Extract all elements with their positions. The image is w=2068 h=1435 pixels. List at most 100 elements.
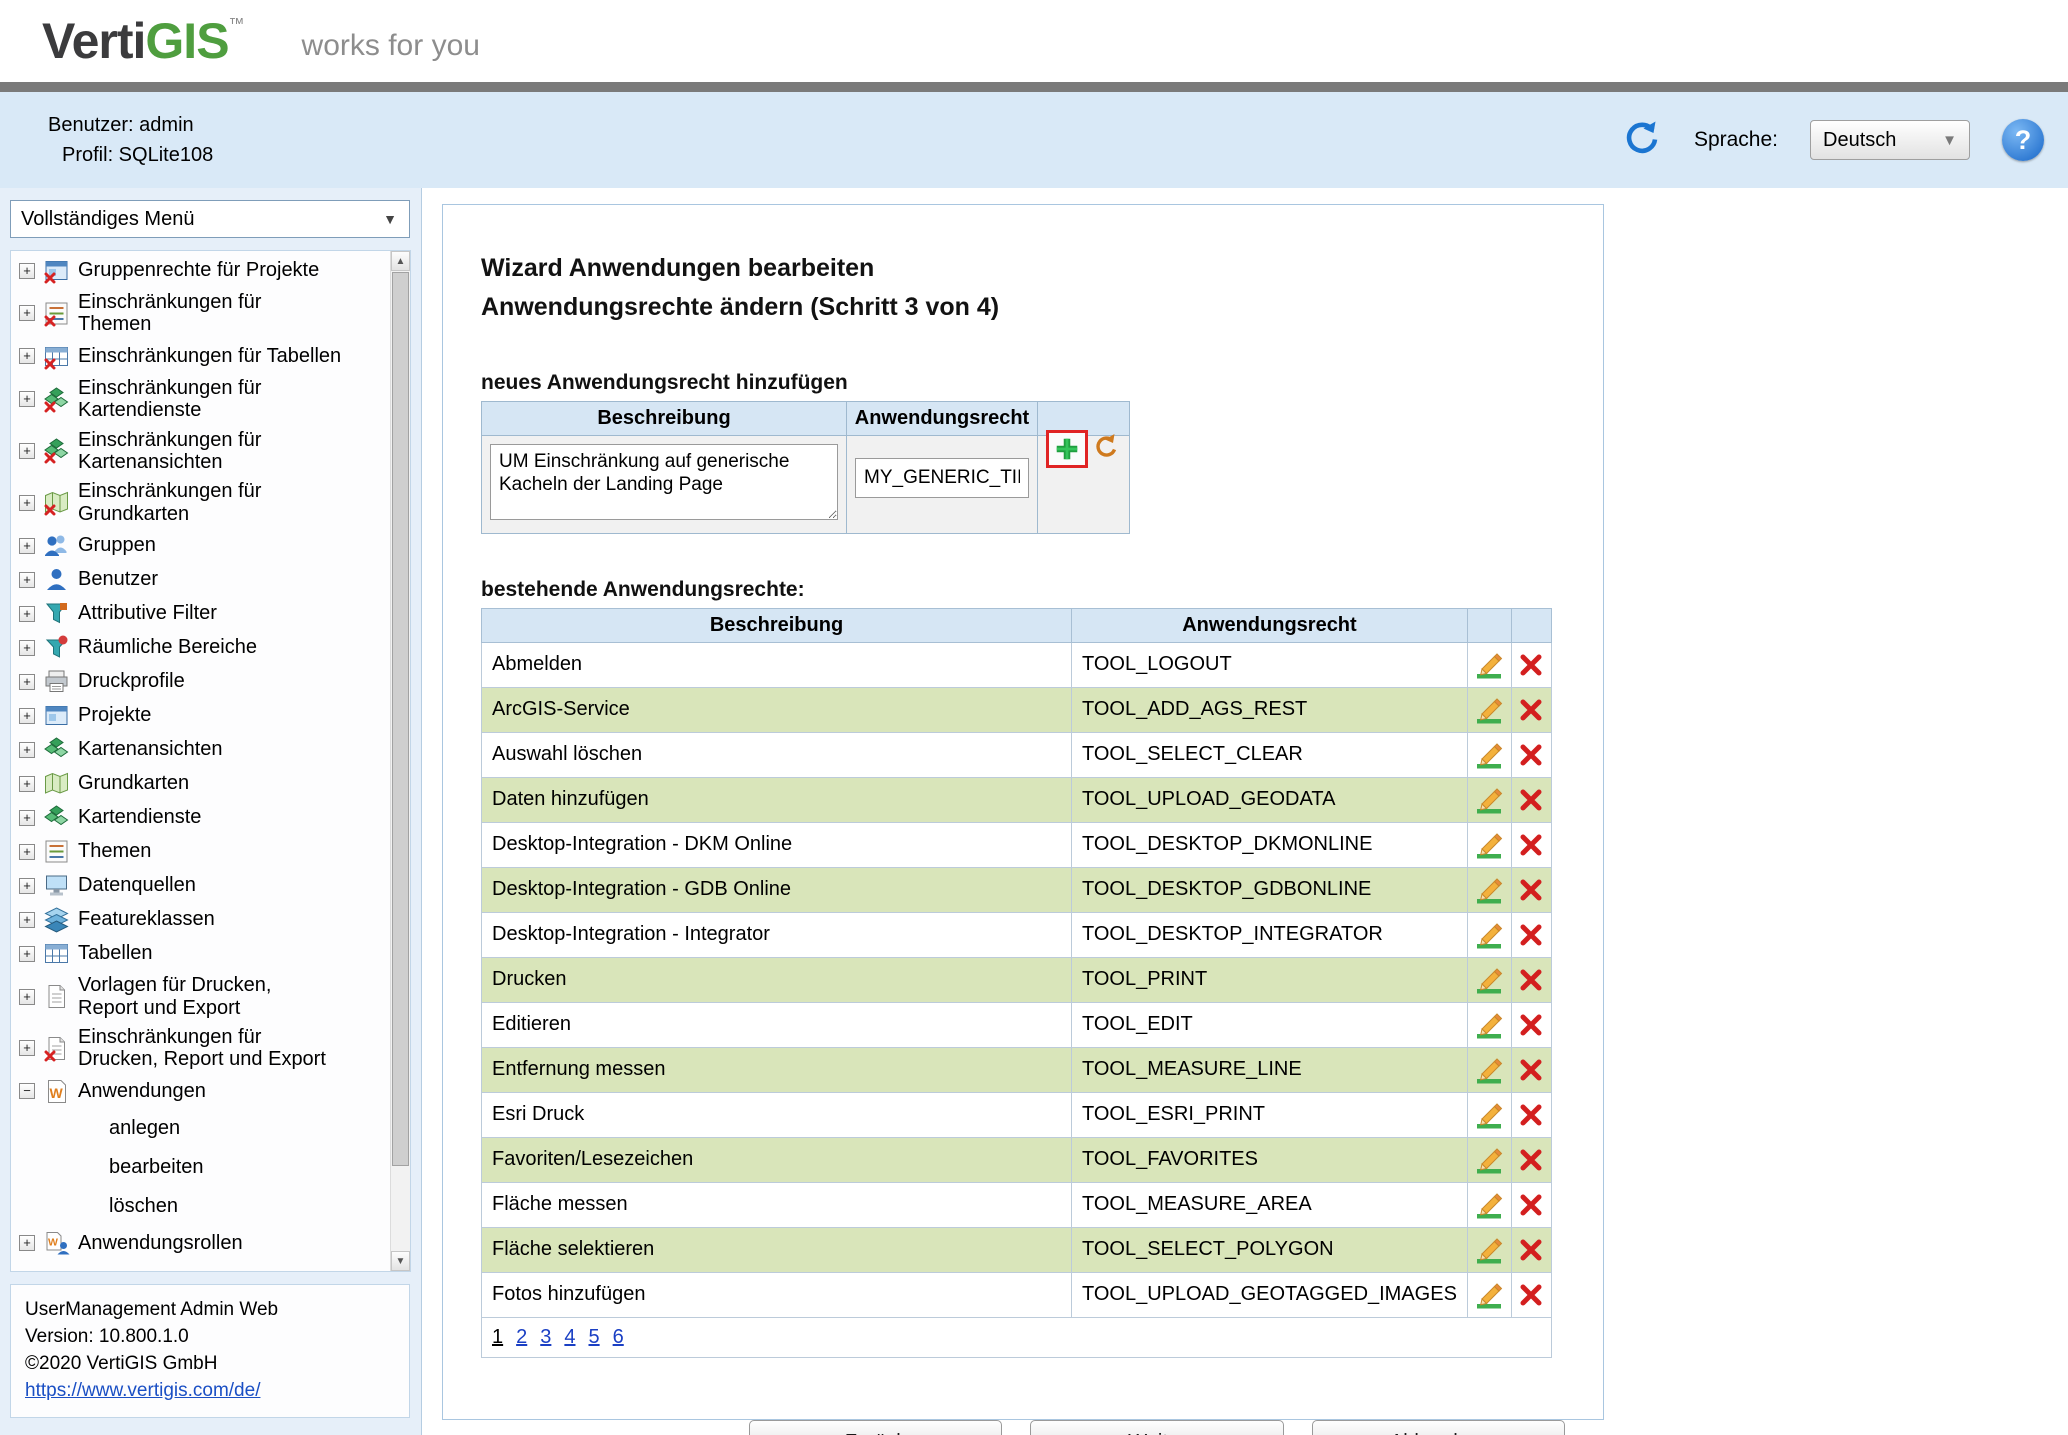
delete-right-button[interactable] bbox=[1511, 687, 1551, 732]
sidebar-tree-item[interactable]: + Gruppen bbox=[13, 529, 388, 562]
cancel-button[interactable]: Abbrechen bbox=[1312, 1420, 1565, 1435]
sidebar-tree-item[interactable]: + Grundkarten bbox=[13, 767, 388, 800]
sidebar-tree-item[interactable]: + Attributive Filter bbox=[13, 597, 388, 630]
expander-icon[interactable]: + bbox=[19, 742, 35, 758]
sidebar-tree-item[interactable]: + Kartendienste bbox=[13, 801, 388, 834]
edit-right-button[interactable] bbox=[1467, 1047, 1511, 1092]
sidebar-tree-item[interactable]: + Einschränkungen für Themen bbox=[13, 288, 388, 339]
page-link-6[interactable]: 6 bbox=[613, 1326, 624, 1348]
page-link-5[interactable]: 5 bbox=[589, 1326, 600, 1348]
back-button[interactable]: Zurück bbox=[749, 1420, 1002, 1435]
sidebar-tree-item[interactable]: + Projekte bbox=[13, 699, 388, 732]
delete-right-button[interactable] bbox=[1511, 1227, 1551, 1272]
sidebar-tree-item[interactable]: + Themen bbox=[13, 835, 388, 868]
tree-scrollbar[interactable]: ▲ ▼ bbox=[390, 251, 410, 1271]
delete-right-button[interactable] bbox=[1511, 867, 1551, 912]
delete-right-button[interactable] bbox=[1511, 1182, 1551, 1227]
expander-icon[interactable]: + bbox=[19, 946, 35, 962]
undo-button[interactable] bbox=[1091, 432, 1119, 465]
expander-icon[interactable]: + bbox=[19, 1040, 35, 1056]
edit-right-button[interactable] bbox=[1467, 1137, 1511, 1182]
edit-right-button[interactable] bbox=[1467, 687, 1511, 732]
page-link-1[interactable]: 1 bbox=[492, 1326, 503, 1348]
sidebar-tree-item[interactable]: + Einschränkungen für Kartenansichten bbox=[13, 426, 388, 477]
help-button[interactable]: ? bbox=[2002, 119, 2044, 161]
next-button[interactable]: Weiter bbox=[1030, 1420, 1283, 1435]
expander-icon[interactable]: + bbox=[19, 305, 35, 321]
sidebar-tree-subitem-bearbeiten[interactable]: bearbeiten bbox=[13, 1148, 388, 1187]
vertigis-link[interactable]: https://www.vertigis.com/de/ bbox=[25, 1380, 260, 1401]
delete-right-button[interactable] bbox=[1511, 912, 1551, 957]
refresh-button[interactable] bbox=[1622, 120, 1662, 160]
delete-right-button[interactable] bbox=[1511, 1092, 1551, 1137]
sidebar-tree-item[interactable]: + Vorlagen für Drucken, Report und Expor… bbox=[13, 971, 388, 1022]
sidebar-tree-item[interactable]: + Einschränkungen für Drucken, Report un… bbox=[13, 1023, 388, 1074]
delete-right-button[interactable] bbox=[1511, 957, 1551, 1002]
delete-right-button[interactable] bbox=[1511, 1272, 1551, 1317]
expander-icon[interactable]: + bbox=[19, 878, 35, 894]
edit-right-button[interactable] bbox=[1467, 912, 1511, 957]
sidebar-tree-subitem-löschen[interactable]: löschen bbox=[13, 1187, 388, 1226]
edit-right-button[interactable] bbox=[1467, 1227, 1511, 1272]
sidebar-tree-item[interactable]: + Einschränkungen für Tabellen bbox=[13, 340, 388, 373]
expander-icon[interactable]: + bbox=[19, 776, 35, 792]
delete-right-button[interactable] bbox=[1511, 1047, 1551, 1092]
expander-icon[interactable]: + bbox=[19, 443, 35, 459]
delete-right-button[interactable] bbox=[1511, 642, 1551, 687]
expander-icon[interactable]: + bbox=[19, 538, 35, 554]
sidebar-tree-item[interactable]: + Räumliche Bereiche bbox=[13, 631, 388, 664]
delete-right-button[interactable] bbox=[1511, 822, 1551, 867]
page-link-2[interactable]: 2 bbox=[516, 1326, 527, 1348]
edit-right-button[interactable] bbox=[1467, 1002, 1511, 1047]
expander-icon[interactable]: + bbox=[19, 844, 35, 860]
edit-right-button[interactable] bbox=[1467, 957, 1511, 1002]
edit-right-button[interactable] bbox=[1467, 822, 1511, 867]
sidebar-tree-item[interactable]: + Featureklassen bbox=[13, 903, 388, 936]
expander-icon[interactable]: + bbox=[19, 674, 35, 690]
delete-right-button[interactable] bbox=[1511, 1002, 1551, 1047]
edit-right-button[interactable] bbox=[1467, 777, 1511, 822]
language-dropdown[interactable]: Deutsch ▼ bbox=[1810, 120, 1970, 160]
scroll-down-button[interactable]: ▼ bbox=[391, 1251, 410, 1271]
sidebar-tree-item[interactable]: + Tabellen bbox=[13, 937, 388, 970]
page-link-4[interactable]: 4 bbox=[564, 1326, 575, 1348]
sidebar-tree-item[interactable]: + Benutzer bbox=[13, 563, 388, 596]
edit-right-button[interactable] bbox=[1467, 1182, 1511, 1227]
expander-icon[interactable]: + bbox=[19, 572, 35, 588]
expander-icon[interactable]: + bbox=[19, 989, 35, 1005]
new-right-code-input[interactable] bbox=[855, 458, 1029, 498]
delete-right-button[interactable] bbox=[1511, 777, 1551, 822]
scrollbar-thumb[interactable] bbox=[392, 272, 409, 1166]
scroll-up-button[interactable]: ▲ bbox=[391, 251, 410, 271]
edit-right-button[interactable] bbox=[1467, 1092, 1511, 1137]
expander-icon[interactable]: + bbox=[19, 912, 35, 928]
delete-right-button[interactable] bbox=[1511, 732, 1551, 777]
expander-icon[interactable]: + bbox=[19, 810, 35, 826]
expander-icon[interactable]: + bbox=[19, 1235, 35, 1251]
sidebar-tree-item[interactable]: + Kartenansichten bbox=[13, 733, 388, 766]
expander-icon[interactable]: + bbox=[19, 495, 35, 511]
sidebar-tree-item[interactable]: − W Anwendungen bbox=[13, 1075, 388, 1108]
sidebar-tree-subitem-anlegen[interactable]: anlegen bbox=[13, 1109, 388, 1148]
sidebar-tree-item[interactable]: + Einschränkungen für Kartendienste bbox=[13, 374, 388, 425]
page-link-3[interactable]: 3 bbox=[540, 1326, 551, 1348]
expander-icon[interactable]: − bbox=[19, 1083, 35, 1099]
expander-icon[interactable]: + bbox=[19, 391, 35, 407]
expander-icon[interactable]: + bbox=[19, 263, 35, 279]
menu-mode-dropdown[interactable]: Vollständiges Menü ▼ bbox=[10, 200, 410, 238]
edit-right-button[interactable] bbox=[1467, 867, 1511, 912]
sidebar-tree-item[interactable]: + Einschränkungen für Grundkarten bbox=[13, 477, 388, 528]
sidebar-tree-item[interactable]: + Datenquellen bbox=[13, 869, 388, 902]
new-right-description-input[interactable]: UM Einschränkung auf generische Kacheln … bbox=[490, 444, 838, 520]
expander-icon[interactable]: + bbox=[19, 348, 35, 364]
sidebar-tree-item[interactable]: + W Anwendungsrollen bbox=[13, 1227, 388, 1260]
sidebar-tree-item[interactable]: + Druckprofile bbox=[13, 665, 388, 698]
add-icon[interactable] bbox=[1053, 435, 1081, 463]
expander-icon[interactable]: + bbox=[19, 640, 35, 656]
delete-right-button[interactable] bbox=[1511, 1137, 1551, 1182]
edit-right-button[interactable] bbox=[1467, 732, 1511, 777]
edit-right-button[interactable] bbox=[1467, 1272, 1511, 1317]
expander-icon[interactable]: + bbox=[19, 606, 35, 622]
expander-icon[interactable]: + bbox=[19, 708, 35, 724]
edit-right-button[interactable] bbox=[1467, 642, 1511, 687]
